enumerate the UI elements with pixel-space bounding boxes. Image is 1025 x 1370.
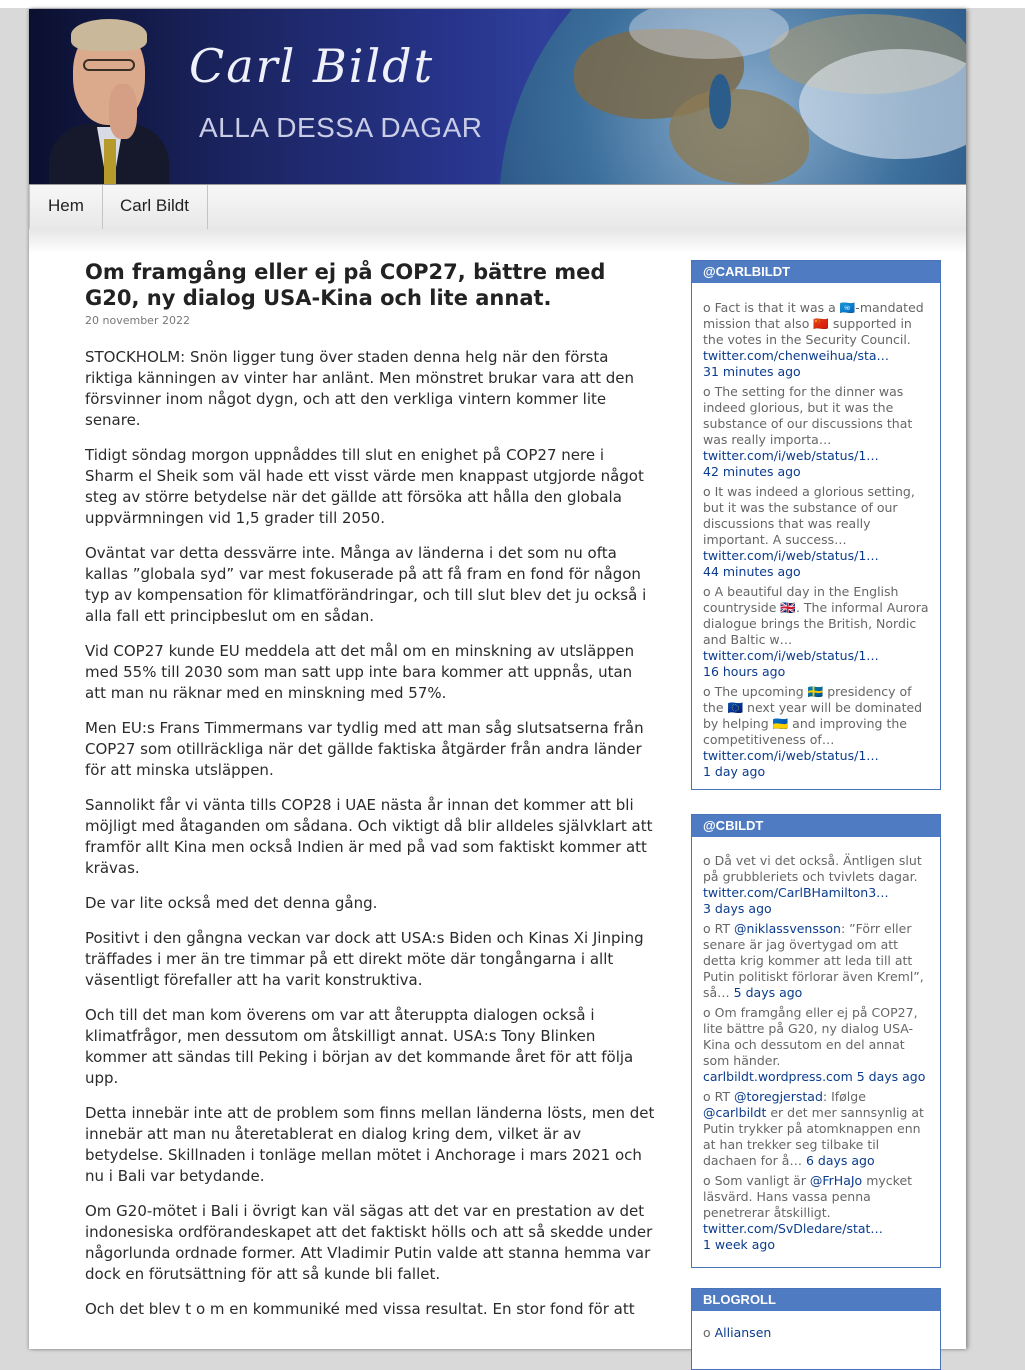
site-header: Carl Bildt ALLA DESSA DAGAR <box>29 9 966 184</box>
post-title[interactable]: Om framgång eller ej på COP27, bättre me… <box>85 259 655 311</box>
blog-post: Om framgång eller ej på COP27, bättre me… <box>85 259 655 1334</box>
tweet-link[interactable]: twitter.com/i/web/status/1… <box>703 548 879 563</box>
post-paragraph: Positivt i den gångna veckan var dock at… <box>85 929 644 989</box>
post-paragraph: De var lite också med det denna gång. <box>85 894 378 912</box>
tweet-link[interactable]: twitter.com/chenweihua/sta… <box>703 348 889 363</box>
post-paragraph: Och det blev t o m en kommuniké med viss… <box>85 1300 635 1318</box>
tweet-time[interactable]: 6 days ago <box>806 1153 875 1168</box>
tweet-mention[interactable]: @carlbildt <box>703 1105 766 1120</box>
tweet-time[interactable]: 5 days ago <box>857 1069 926 1084</box>
tweet-link[interactable]: twitter.com/SvDledare/stat… <box>703 1221 883 1236</box>
tweet-item: o Om framgång eller ej på COP27, lite bä… <box>703 1005 926 1084</box>
tweet-link[interactable]: twitter.com/CarlBHamilton3… <box>703 885 889 900</box>
page-wrapper: Carl Bildt ALLA DESSA DAGAR Hem Carl Bil… <box>29 9 966 1370</box>
widget-blogroll: BLOGROLL o Alliansen <box>691 1288 941 1370</box>
tweet-time[interactable]: 1 week ago <box>703 1237 775 1252</box>
tweet-item: o RT @niklassvensson: ”Förr eller senare… <box>703 921 924 1000</box>
tweet-mention[interactable]: @niklassvensson <box>734 921 841 936</box>
nav-item-home[interactable]: Hem <box>29 185 103 229</box>
tweet-link[interactable]: twitter.com/i/web/status/1… <box>703 748 879 763</box>
main-navigation: Hem Carl Bildt <box>29 184 966 230</box>
tweet-time[interactable]: 44 minutes ago <box>703 564 801 579</box>
nav-item-carl-bildt[interactable]: Carl Bildt <box>102 185 208 229</box>
post-paragraph: Tidigt söndag morgon uppnåddes till slut… <box>85 446 644 527</box>
post-paragraph: Vid COP27 kunde EU meddela att det mål o… <box>85 642 635 702</box>
site-tagline: ALLA DESSA DAGAR <box>199 112 483 143</box>
tweet-item: o RT @toregjerstad: Ifølge @carlbildt er… <box>703 1089 924 1168</box>
post-paragraph: Om G20-mötet i Bali i övrigt kan väl säg… <box>85 1202 653 1283</box>
tweet-time[interactable]: 3 days ago <box>703 901 772 916</box>
post-date: 20 november 2022 <box>85 314 190 327</box>
widget-carlbildt-twitter: @CARLBILDT o Fact is that it was a 🇺🇳-ma… <box>691 260 941 790</box>
widget-title: @CBILDT <box>692 815 940 837</box>
tweet-link[interactable]: twitter.com/i/web/status/1… <box>703 448 879 463</box>
tweet-mention[interactable]: @toregjerstad <box>734 1089 823 1104</box>
browser-top-strip <box>0 0 1025 8</box>
tweet-time[interactable]: 42 minutes ago <box>703 464 801 479</box>
tweet-time[interactable]: 16 hours ago <box>703 664 785 679</box>
post-paragraph: Detta innebär inte att de problem som fi… <box>85 1104 655 1185</box>
blogroll-item: o Alliansen <box>703 1325 772 1340</box>
tweet-link[interactable]: carlbildt.wordpress.com <box>703 1069 853 1084</box>
signature-logo: Carl Bildt <box>189 39 435 93</box>
tweet-item: o Som vanligt är @FrHaJo mycket läsvärd.… <box>703 1173 913 1252</box>
post-paragraph: STOCKHOLM: Snön ligger tung över staden … <box>85 348 635 429</box>
tweet-item: o A beautiful day in the English country… <box>703 584 929 679</box>
author-portrait <box>49 9 169 184</box>
tweet-item: o Fact is that it was a 🇺🇳-mandated miss… <box>703 300 924 379</box>
tweet-link[interactable]: twitter.com/i/web/status/1… <box>703 648 879 663</box>
tweet-time[interactable]: 31 minutes ago <box>703 364 801 379</box>
blogroll-link[interactable]: Alliansen <box>715 1325 772 1340</box>
tweet-item: o The setting for the dinner was indeed … <box>703 384 913 479</box>
tweet-item: o The upcoming 🇸🇪 presidency of the 🇪🇺 n… <box>703 684 923 779</box>
post-paragraph: Sannolikt får vi vänta tills COP28 i UAE… <box>85 796 653 877</box>
post-paragraph: Men EU:s Frans Timmermans var tydlig med… <box>85 719 644 779</box>
widget-title: @CARLBILDT <box>692 261 940 283</box>
post-paragraph: Och till det man kom överens om var att … <box>85 1006 634 1087</box>
tweet-item: o Då vet vi det också. Äntligen slut på … <box>703 853 922 916</box>
tweet-item: o It was indeed a glorious setting, but … <box>703 484 915 579</box>
widget-cbildt-twitter: @CBILDT o Då vet vi det också. Äntligen … <box>691 814 941 1268</box>
tweet-mention[interactable]: @FrHaJo <box>810 1173 862 1188</box>
widget-title: BLOGROLL <box>692 1289 940 1311</box>
tweet-time[interactable]: 1 day ago <box>703 764 765 779</box>
tweet-time[interactable]: 5 days ago <box>734 985 803 1000</box>
post-paragraph: Oväntat var detta dessvärre inte. Många … <box>85 544 647 625</box>
